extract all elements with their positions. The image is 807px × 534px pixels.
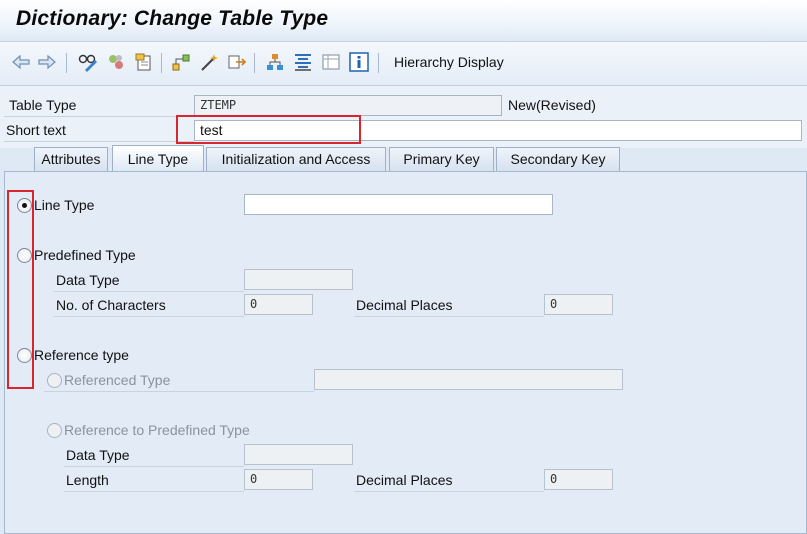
no-of-characters-label: No. of Characters [56,297,166,313]
no-of-characters-field[interactable]: 0 [244,294,313,315]
length-field[interactable]: 0 [244,469,313,490]
align-icon[interactable] [292,51,314,73]
ref-data-type-label: Data Type [66,447,130,463]
tab-line-type[interactable]: Line Type [112,145,204,172]
reference-type-label: Reference type [34,347,129,363]
line-type-input[interactable] [244,194,553,215]
where-used-icon[interactable] [170,51,192,73]
toolbar-separator [66,53,67,73]
length-label: Length [66,472,109,488]
activate-icon[interactable] [105,51,127,73]
line-type-label: Line Type [34,197,95,213]
glasses-pencil-icon[interactable] [77,51,99,73]
tab-secondary-key[interactable]: Secondary Key [496,147,620,171]
other-object-icon[interactable] [133,51,155,73]
label-underline [54,316,244,317]
decimal-places-label: Decimal Places [356,297,453,313]
predefined-type-label: Predefined Type [34,247,136,263]
data-type-field[interactable] [244,269,353,290]
table-type-label: Table Type [9,97,77,113]
magic-wand-icon[interactable] [198,51,220,73]
highlight-box-short-text [176,115,361,144]
hierarchy-display-button[interactable]: Hierarchy Display [394,54,504,70]
ref-decimal-places-field[interactable]: 0 [544,469,613,490]
tab-primary-key[interactable]: Primary Key [389,147,494,171]
label-underline [354,491,544,492]
table-type-field[interactable]: ZTEMP [194,95,502,116]
referenced-type-field[interactable] [314,369,623,390]
label-underline [4,141,194,142]
label-underline [54,291,244,292]
tab-initialization-and-access[interactable]: Initialization and Access [206,147,386,171]
highlight-box-radios [7,190,34,389]
title-bar: Dictionary: Change Table Type [0,0,807,42]
label-underline [4,116,194,117]
status-text: New(Revised) [508,97,596,113]
toolbar-separator [254,53,255,73]
forward-arrow-icon[interactable] [36,51,58,73]
info-icon[interactable] [348,51,370,73]
display-list-icon[interactable] [320,51,342,73]
decimal-places-field[interactable]: 0 [544,294,613,315]
hierarchy-icon[interactable] [264,51,286,73]
ref-data-type-field[interactable] [244,444,353,465]
label-underline [64,491,244,492]
window-title: Dictionary: Change Table Type [16,7,329,30]
toolbar-separator [378,53,379,73]
label-underline [64,466,244,467]
data-type-label: Data Type [56,272,120,288]
tab-attributes[interactable]: Attributes [34,147,108,171]
label-underline [44,391,314,392]
reference-to-predefined-label: Reference to Predefined Type [64,422,250,438]
reference-to-predefined-radio[interactable] [47,423,62,438]
referenced-type-radio[interactable] [47,373,62,388]
short-text-label: Short text [6,122,66,138]
back-arrow-icon[interactable] [10,51,32,73]
navigate-icon[interactable] [226,51,248,73]
application-toolbar: Hierarchy Display [0,42,807,86]
toolbar-separator [161,53,162,73]
referenced-type-label: Referenced Type [64,372,171,388]
label-underline [354,316,544,317]
ref-decimal-places-label: Decimal Places [356,472,453,488]
